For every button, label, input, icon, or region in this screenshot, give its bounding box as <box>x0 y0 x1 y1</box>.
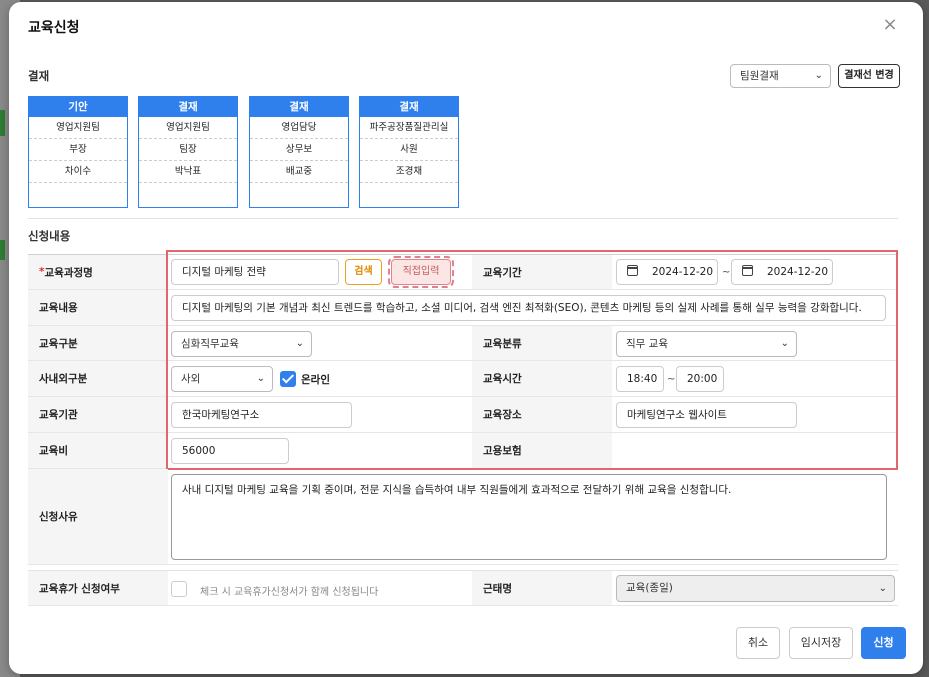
leave-row: 교육휴가 신청여부 체크 시 교육휴가신청서가 함께 신청됩니다 근태명 교육(… <box>28 571 898 606</box>
search-button[interactable]: 검색 <box>345 259 382 285</box>
approval-box: 기안 영업지원팀 부장 차이수 <box>28 96 128 208</box>
period-label: 교육기간 <box>472 255 612 289</box>
course-name-input[interactable]: 디지털 마케팅 전략 <box>171 259 339 285</box>
close-icon[interactable]: × <box>879 14 901 36</box>
course-row: * 교육과정명 디지털 마케팅 전략 검색 직접입력 교육기간 2024-12-2… <box>28 255 898 290</box>
cancel-button[interactable]: 취소 <box>736 627 780 659</box>
chevron-down-icon: ⌄ <box>780 338 789 349</box>
application-section-label: 신청내용 <box>28 229 71 243</box>
submit-button[interactable]: 신청 <box>861 627 906 659</box>
leave-hint: 체크 시 교육휴가신청서가 함께 신청됩니다 <box>200 587 379 598</box>
time-label: 교육시간 <box>472 361 612 396</box>
cost-input[interactable]: 56000 <box>171 438 289 464</box>
approval-box: 결재 영업지원팀 팀장 박낙표 <box>138 96 238 208</box>
approval-section-label: 결재 <box>28 69 50 83</box>
reason-label: 신청사유 <box>28 469 168 564</box>
place-label: 교육장소 <box>472 397 612 432</box>
category-select[interactable]: 심화직무교육 ⌄ <box>171 331 312 357</box>
institution-label: 교육기관 <box>28 397 168 432</box>
time-end-input[interactable]: 20:00 <box>676 366 724 392</box>
education-application-modal: 교육신청 × 결재 팀원결재 ⌄ 결재선 변경 기안 영업지원팀 부장 차이수 결… <box>9 2 923 674</box>
temp-save-button[interactable]: 임시저장 <box>789 627 853 659</box>
chevron-down-icon: ⌄ <box>878 583 887 594</box>
time-start-input[interactable]: 18:40 <box>616 366 664 392</box>
reason-textarea[interactable]: 사내 디지털 마케팅 교육을 기획 중이며, 전문 지식을 습득하여 내부 직원… <box>171 474 887 560</box>
time-separator: ~ <box>667 374 676 385</box>
modal-title: 교육신청 <box>28 20 80 36</box>
category-row: 교육구분 심화직무교육 ⌄ 교육분류 직무 교육 ⌄ <box>28 326 898 361</box>
change-approval-line-button[interactable]: 결재선 변경 <box>838 64 900 88</box>
classification-label: 교육분류 <box>472 326 612 360</box>
attendance-select[interactable]: 교육(종일) ⌄ <box>616 575 895 602</box>
online-checkbox[interactable] <box>280 371 296 387</box>
period-separator: ~ <box>722 267 731 278</box>
direct-input-button[interactable]: 직접입력 <box>388 256 454 288</box>
content-row: 교육내용 디지털 마케팅의 기본 개념과 최신 트렌드를 학습하고, 소셜 미디… <box>28 290 898 326</box>
in-out-label: 사내외구분 <box>28 361 168 396</box>
period-start-input[interactable]: 2024-12-20 <box>616 259 718 285</box>
approval-box: 결재 파주공장품질관리실 사원 조경채 <box>359 96 459 208</box>
calendar-icon <box>742 265 753 276</box>
leave-checkbox[interactable] <box>171 581 187 597</box>
chevron-down-icon: ⌄ <box>295 338 304 349</box>
content-label: 교육내용 <box>28 290 168 325</box>
institution-input[interactable]: 한국마케팅연구소 <box>171 402 352 428</box>
classification-select[interactable]: 직무 교육 ⌄ <box>616 331 797 357</box>
in-out-row: 사내외구분 사외 ⌄ 온라인 교육시간 18:40 ~ 20:00 <box>28 361 898 397</box>
cost-row: 교육비 56000 고용보험 <box>28 433 898 469</box>
approval-box: 결재 영업담당 상무보 배교중 <box>249 96 349 208</box>
chevron-down-icon: ⌄ <box>256 373 265 384</box>
insurance-label: 고용보험 <box>472 433 612 468</box>
in-out-select[interactable]: 사외 ⌄ <box>171 366 273 392</box>
cost-label: 교육비 <box>28 433 168 468</box>
online-label: 온라인 <box>301 374 330 386</box>
approval-type-select[interactable]: 팀원결재 ⌄ <box>730 64 831 88</box>
chevron-down-icon: ⌄ <box>814 70 823 81</box>
institution-row: 교육기관 한국마케팅연구소 교육장소 마케팅연구소 웹사이트 <box>28 397 898 433</box>
content-input[interactable]: 디지털 마케팅의 기본 개념과 최신 트렌드를 학습하고, 소셜 미디어, 검색… <box>171 295 886 321</box>
calendar-icon <box>627 265 638 276</box>
divider <box>28 218 898 219</box>
leave-label: 교육휴가 신청여부 <box>28 571 168 605</box>
place-input[interactable]: 마케팅연구소 웹사이트 <box>616 402 797 428</box>
period-end-input[interactable]: 2024-12-20 <box>731 259 833 285</box>
attendance-label: 근태명 <box>472 571 612 605</box>
category-label: 교육구분 <box>28 326 168 360</box>
course-name-label: * 교육과정명 <box>28 255 168 289</box>
